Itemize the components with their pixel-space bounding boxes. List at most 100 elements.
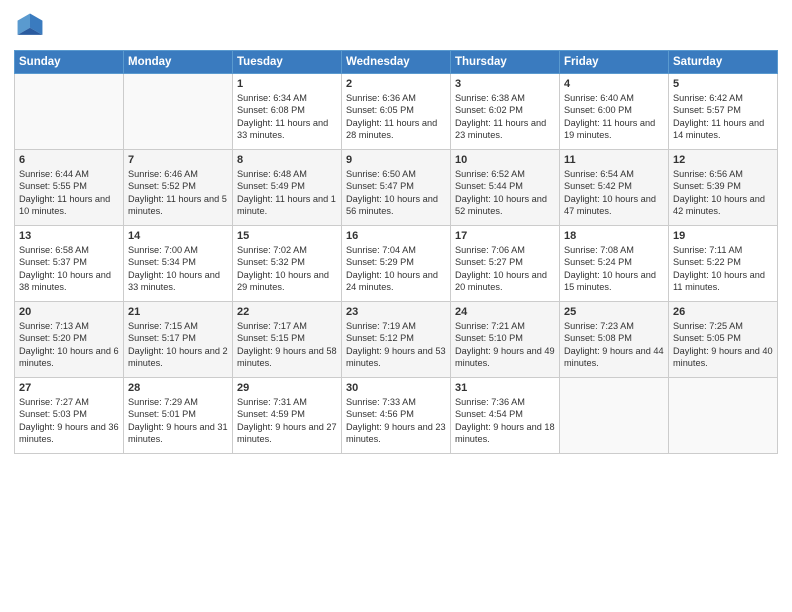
day-info: Daylight: 9 hours and 44 minutes. [564, 345, 664, 370]
day-info: Daylight: 9 hours and 23 minutes. [346, 421, 446, 446]
page: SundayMondayTuesdayWednesdayThursdayFrid… [0, 0, 792, 612]
day-info: Daylight: 10 hours and 6 minutes. [19, 345, 119, 370]
calendar-cell: 2Sunrise: 6:36 AMSunset: 6:05 PMDaylight… [342, 74, 451, 150]
day-info: Sunrise: 7:17 AM [237, 320, 337, 332]
day-info: Daylight: 10 hours and 56 minutes. [346, 193, 446, 218]
day-info: Sunrise: 7:13 AM [19, 320, 119, 332]
day-info: Sunrise: 7:11 AM [673, 244, 773, 256]
day-info: Sunset: 5:42 PM [564, 180, 664, 192]
calendar-header-row: SundayMondayTuesdayWednesdayThursdayFrid… [15, 51, 778, 74]
day-info: Sunset: 5:17 PM [128, 332, 228, 344]
day-info: Sunset: 6:00 PM [564, 104, 664, 116]
calendar-cell: 4Sunrise: 6:40 AMSunset: 6:00 PMDaylight… [560, 74, 669, 150]
day-info: Daylight: 9 hours and 18 minutes. [455, 421, 555, 446]
day-number: 9 [346, 154, 446, 166]
day-number: 7 [128, 154, 228, 166]
day-number: 21 [128, 306, 228, 318]
day-number: 8 [237, 154, 337, 166]
day-info: Sunset: 4:54 PM [455, 408, 555, 420]
calendar-cell: 6Sunrise: 6:44 AMSunset: 5:55 PMDaylight… [15, 150, 124, 226]
day-info: Daylight: 9 hours and 31 minutes. [128, 421, 228, 446]
calendar-cell: 3Sunrise: 6:38 AMSunset: 6:02 PMDaylight… [451, 74, 560, 150]
day-info: Daylight: 11 hours and 1 minute. [237, 193, 337, 218]
day-info: Sunrise: 7:29 AM [128, 396, 228, 408]
calendar-cell: 26Sunrise: 7:25 AMSunset: 5:05 PMDayligh… [669, 302, 778, 378]
day-info: Daylight: 10 hours and 11 minutes. [673, 269, 773, 294]
day-info: Sunrise: 6:48 AM [237, 168, 337, 180]
day-info: Sunset: 5:32 PM [237, 256, 337, 268]
day-info: Daylight: 10 hours and 38 minutes. [19, 269, 119, 294]
day-info: Sunrise: 6:44 AM [19, 168, 119, 180]
calendar-table: SundayMondayTuesdayWednesdayThursdayFrid… [14, 50, 778, 454]
day-number: 23 [346, 306, 446, 318]
day-number: 27 [19, 382, 119, 394]
day-info: Daylight: 10 hours and 20 minutes. [455, 269, 555, 294]
calendar-week-row: 1Sunrise: 6:34 AMSunset: 6:08 PMDaylight… [15, 74, 778, 150]
day-info: Sunrise: 6:52 AM [455, 168, 555, 180]
calendar-cell: 8 Sunrise: 6:48 AMSunset: 5:49 PMDaylight… [233, 150, 342, 226]
day-number: 17 [455, 230, 555, 242]
day-number: 28 [128, 382, 228, 394]
day-info: Sunrise: 6:40 AM [564, 92, 664, 104]
calendar-cell: 30Sunrise: 7:33 AMSunset: 4:56 PMDayligh… [342, 378, 451, 454]
day-info: Sunset: 4:56 PM [346, 408, 446, 420]
day-info: Sunset: 5:57 PM [673, 104, 773, 116]
day-info: Sunrise: 6:36 AM [346, 92, 446, 104]
calendar-cell: 21Sunrise: 7:15 AMSunset: 5:17 PMDayligh… [124, 302, 233, 378]
day-info: Daylight: 11 hours and 33 minutes. [237, 117, 337, 142]
calendar-day-header: Friday [560, 51, 669, 74]
day-info: Sunrise: 7:00 AM [128, 244, 228, 256]
calendar-day-header: Wednesday [342, 51, 451, 74]
day-number: 14 [128, 230, 228, 242]
day-number: 20 [19, 306, 119, 318]
day-info: Sunrise: 7:25 AM [673, 320, 773, 332]
calendar-cell: 1Sunrise: 6:34 AMSunset: 6:08 PMDaylight… [233, 74, 342, 150]
day-number: 10 [455, 154, 555, 166]
day-info: Daylight: 9 hours and 27 minutes. [237, 421, 337, 446]
calendar-cell: 28Sunrise: 7:29 AMSunset: 5:01 PMDayligh… [124, 378, 233, 454]
day-number: 16 [346, 230, 446, 242]
calendar-cell: 13Sunrise: 6:58 AMSunset: 5:37 PMDayligh… [15, 226, 124, 302]
calendar-day-header: Thursday [451, 51, 560, 74]
day-info: Sunrise: 7:27 AM [19, 396, 119, 408]
day-info: Daylight: 10 hours and 42 minutes. [673, 193, 773, 218]
day-info: Sunset: 5:44 PM [455, 180, 555, 192]
day-info: Sunset: 5:27 PM [455, 256, 555, 268]
day-info: Sunrise: 6:58 AM [19, 244, 119, 256]
day-info: Sunset: 5:37 PM [19, 256, 119, 268]
day-info: Sunrise: 6:38 AM [455, 92, 555, 104]
day-number: 22 [237, 306, 337, 318]
day-number: 6 [19, 154, 119, 166]
day-number: 24 [455, 306, 555, 318]
day-info: Sunset: 5:05 PM [673, 332, 773, 344]
day-info: Sunrise: 7:36 AM [455, 396, 555, 408]
day-info: Sunrise: 7:21 AM [455, 320, 555, 332]
calendar-cell: 9Sunrise: 6:50 AMSunset: 5:47 PMDaylight… [342, 150, 451, 226]
calendar-cell: 14Sunrise: 7:00 AMSunset: 5:34 PMDayligh… [124, 226, 233, 302]
day-info: Sunrise: 6:46 AM [128, 168, 228, 180]
day-number: 19 [673, 230, 773, 242]
calendar-cell: 29Sunrise: 7:31 AMSunset: 4:59 PMDayligh… [233, 378, 342, 454]
day-info: Sunrise: 7:04 AM [346, 244, 446, 256]
day-info: Sunset: 5:24 PM [564, 256, 664, 268]
day-info: Daylight: 11 hours and 5 minutes. [128, 193, 228, 218]
day-number: 30 [346, 382, 446, 394]
calendar-cell: 15Sunrise: 7:02 AMSunset: 5:32 PMDayligh… [233, 226, 342, 302]
calendar-cell: 17Sunrise: 7:06 AMSunset: 5:27 PMDayligh… [451, 226, 560, 302]
day-info: Daylight: 10 hours and 29 minutes. [237, 269, 337, 294]
day-info: Daylight: 11 hours and 19 minutes. [564, 117, 664, 142]
calendar-cell: 11Sunrise: 6:54 AMSunset: 5:42 PMDayligh… [560, 150, 669, 226]
day-info: Daylight: 11 hours and 14 minutes. [673, 117, 773, 142]
day-info: Sunset: 5:47 PM [346, 180, 446, 192]
logo-icon [14, 10, 46, 42]
day-number: 29 [237, 382, 337, 394]
calendar-week-row: 13Sunrise: 6:58 AMSunset: 5:37 PMDayligh… [15, 226, 778, 302]
day-info: Daylight: 11 hours and 28 minutes. [346, 117, 446, 142]
day-info: Daylight: 10 hours and 52 minutes. [455, 193, 555, 218]
day-number: 18 [564, 230, 664, 242]
calendar-cell [15, 74, 124, 150]
day-info: Daylight: 10 hours and 2 minutes. [128, 345, 228, 370]
calendar-day-header: Tuesday [233, 51, 342, 74]
day-info: Sunset: 5:15 PM [237, 332, 337, 344]
day-info: Sunset: 5:49 PM [237, 180, 337, 192]
